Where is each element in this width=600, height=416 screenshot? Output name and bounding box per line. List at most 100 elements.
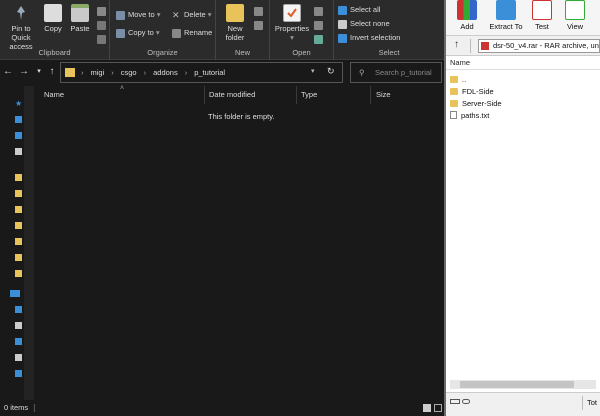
copy-label: Copy xyxy=(44,24,62,33)
organize-group-label: Organize xyxy=(147,48,178,57)
select-group-label: Select xyxy=(378,48,400,57)
breadcrumb-separator-icon: › xyxy=(184,68,188,77)
cut-button[interactable] xyxy=(97,5,109,17)
edit-button[interactable] xyxy=(314,19,326,31)
view-button[interactable]: View xyxy=(562,0,588,31)
item-count: 0 items xyxy=(4,403,29,412)
rename-icon xyxy=(172,28,181,38)
breadcrumb-item-addons[interactable]: addons xyxy=(153,68,178,77)
navigation-scrollbar[interactable] xyxy=(24,86,34,400)
up-arrow-icon[interactable]: ↑ xyxy=(46,66,58,78)
recent-locations-chevron-icon[interactable]: ▾ xyxy=(33,66,45,78)
quick-access-star-icon[interactable]: ★ xyxy=(15,100,22,108)
column-header-type[interactable]: Type xyxy=(301,89,317,101)
pin-quick-access-button[interactable]: Pin to Quick access xyxy=(2,4,40,51)
winrar-path-field[interactable]: dsr-50_v4.rar - RAR archive, unp xyxy=(478,39,600,53)
open-button[interactable] xyxy=(314,5,326,17)
column-divider[interactable] xyxy=(204,86,205,104)
list-item[interactable]: Server-Side xyxy=(450,97,502,109)
list-item[interactable]: FDL-Side xyxy=(450,85,494,97)
details-view-icon[interactable] xyxy=(423,404,431,412)
delete-button[interactable]: ✕ Delete ▾ xyxy=(172,9,211,21)
history-icon xyxy=(314,34,323,44)
history-button[interactable] xyxy=(314,33,326,45)
column-divider[interactable] xyxy=(370,86,371,104)
properties-button[interactable]: Properties ▾ xyxy=(272,4,312,42)
easy-access-button[interactable] xyxy=(254,19,266,31)
up-arrow-icon[interactable]: ↑ xyxy=(454,39,459,50)
forward-arrow-icon[interactable]: → xyxy=(18,66,30,78)
documents-icon[interactable] xyxy=(15,148,22,155)
breadcrumb: › migi › csgo › addons › p_tutorial xyxy=(81,68,225,77)
music-icon[interactable] xyxy=(15,354,22,361)
downloads-icon[interactable] xyxy=(15,132,22,139)
desktop-icon[interactable] xyxy=(15,116,22,123)
status-bar: 0 items xyxy=(0,400,444,416)
list-item[interactable]: .. xyxy=(450,73,466,85)
breadcrumb-item-csgo[interactable]: csgo xyxy=(121,68,137,77)
move-to-icon xyxy=(116,10,125,20)
select-none-button[interactable]: Select none xyxy=(338,18,390,30)
copy-to-button[interactable]: Copy to ▾ xyxy=(116,27,160,39)
copy-button[interactable]: Copy xyxy=(42,4,64,33)
copy-icon xyxy=(44,4,62,22)
column-header-size[interactable]: Size xyxy=(376,89,391,101)
large-icons-view-icon[interactable] xyxy=(434,404,442,412)
new-folder-button[interactable]: New folder xyxy=(222,4,248,42)
pictures-icon[interactable] xyxy=(15,370,22,377)
search-input[interactable]: ⚲ Search p_tutorial xyxy=(350,62,442,83)
test-button[interactable]: Test xyxy=(530,0,554,31)
address-dropdown-chevron-icon[interactable]: ▾ xyxy=(311,67,315,75)
documents-icon[interactable] xyxy=(15,322,22,329)
winrar-file-list: Name .. FDL-Side Server-Side paths.txt xyxy=(446,56,600,392)
paste-button[interactable]: Paste xyxy=(68,4,92,33)
downloads-icon[interactable] xyxy=(15,338,22,345)
paste-label: Paste xyxy=(70,24,90,33)
refresh-icon[interactable]: ↻ xyxy=(327,66,335,77)
select-none-label: Select none xyxy=(350,19,390,28)
invert-selection-button[interactable]: Invert selection xyxy=(338,32,400,44)
status-divider xyxy=(34,404,35,412)
list-item[interactable]: paths.txt xyxy=(450,109,489,121)
new-item-button[interactable] xyxy=(254,5,266,17)
open-group: Properties ▾ Open xyxy=(270,0,334,60)
folder-icon[interactable] xyxy=(15,254,22,261)
winrar-column-header-name[interactable]: Name xyxy=(446,56,600,70)
scrollbar-thumb[interactable] xyxy=(460,381,574,388)
folder-icon[interactable] xyxy=(15,174,22,181)
clipboard-group: Pin to Quick access Copy Paste Clipboard xyxy=(0,0,110,60)
view-label: View xyxy=(566,22,584,31)
column-divider[interactable] xyxy=(296,86,297,104)
select-all-button[interactable]: Select all xyxy=(338,4,380,16)
breadcrumb-separator-icon: › xyxy=(81,68,84,77)
drive-icon xyxy=(450,399,460,404)
extract-to-button[interactable]: Extract To xyxy=(486,0,526,31)
add-button[interactable]: Add xyxy=(452,0,482,31)
copy-path-button[interactable] xyxy=(97,19,109,31)
open-icon xyxy=(314,6,323,16)
horizontal-scrollbar[interactable] xyxy=(450,380,596,389)
key-icon xyxy=(462,399,470,404)
empty-folder-message: This folder is empty. xyxy=(208,112,275,121)
folder-icon[interactable] xyxy=(15,222,22,229)
new-folder-label-2: folder xyxy=(225,33,245,42)
back-arrow-icon[interactable]: ← xyxy=(2,66,14,78)
column-header-date-modified[interactable]: Date modified xyxy=(209,89,255,101)
desktop-icon[interactable] xyxy=(15,306,22,313)
paste-shortcut-button[interactable] xyxy=(97,33,109,45)
clipboard-group-label: Clipboard xyxy=(38,48,71,57)
this-pc-icon[interactable] xyxy=(10,290,20,297)
folder-icon[interactable] xyxy=(15,190,22,197)
breadcrumb-item-migi[interactable]: migi xyxy=(91,68,105,77)
address-bar[interactable]: › migi › csgo › addons › p_tutorial ▾ ↻ xyxy=(60,62,343,83)
move-to-button[interactable]: Move to ▾ xyxy=(116,9,160,21)
folder-icon[interactable] xyxy=(15,270,22,277)
open-group-label: Open xyxy=(292,48,311,57)
column-header-name[interactable]: Name xyxy=(44,89,64,101)
folder-icon[interactable] xyxy=(15,206,22,213)
view-icon xyxy=(565,0,585,20)
folder-icon[interactable] xyxy=(15,238,22,245)
new-group: New folder New xyxy=(216,0,270,60)
rename-button[interactable]: Rename xyxy=(172,27,212,39)
breadcrumb-item-p-tutorial[interactable]: p_tutorial xyxy=(194,68,225,77)
